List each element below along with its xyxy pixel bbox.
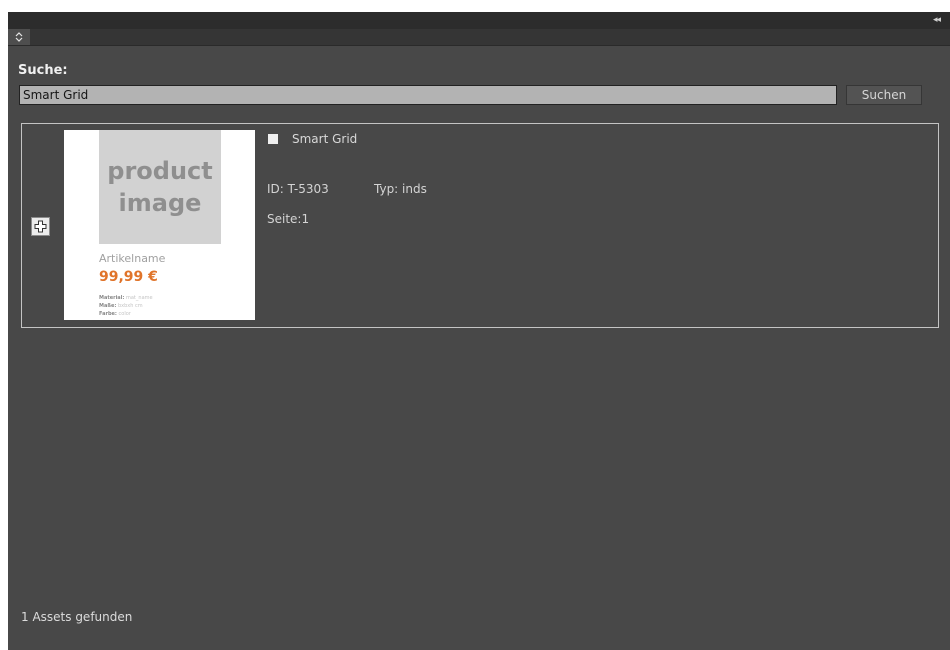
asset-id: ID: T-5303 xyxy=(267,182,329,196)
asset-thumbnail[interactable]: product image Artikelname 99,99 € Materi… xyxy=(64,130,255,320)
add-asset-button[interactable] xyxy=(31,217,50,236)
placeholder-line-1: product xyxy=(107,157,213,185)
panel-title-bar: ◂◂ xyxy=(8,12,950,29)
product-image-placeholder: product image xyxy=(99,130,221,244)
thumbnail-info: Artikelname 99,99 € Material: mat_name M… xyxy=(99,244,221,320)
size-label: Maße: xyxy=(99,303,117,309)
material-value: mat_name xyxy=(126,295,153,301)
plus-icon xyxy=(34,220,47,233)
material-label: Material: xyxy=(99,295,125,301)
results-count: 1 Assets gefunden xyxy=(21,610,133,624)
color-value: color xyxy=(118,311,131,317)
double-chevron-left-icon[interactable]: ◂◂ xyxy=(933,14,941,26)
size-value: bxbxh cm xyxy=(117,303,143,309)
asset-panel: ◂◂ Suche: Suchen product image Artikelna… xyxy=(8,12,950,650)
price: 99,99 € xyxy=(99,269,158,285)
asset-page: Seite:1 xyxy=(267,212,310,226)
material-line: Material: mat_name xyxy=(99,295,153,301)
asset-type: Typ: inds xyxy=(374,182,427,196)
asset-title: Smart Grid xyxy=(292,132,358,146)
search-input[interactable] xyxy=(19,85,837,105)
search-label: Suche: xyxy=(18,63,68,78)
up-down-arrows-icon[interactable] xyxy=(8,29,30,45)
article-name: Artikelname xyxy=(99,252,166,265)
size-line: Maße: bxbxh cm xyxy=(99,303,143,309)
placeholder-line-2: image xyxy=(118,189,202,217)
search-button[interactable]: Suchen xyxy=(846,85,922,105)
result-card: product image Artikelname 99,99 € Materi… xyxy=(21,123,939,328)
panel-tab-bar xyxy=(8,29,950,46)
color-label: Farbe: xyxy=(99,311,117,317)
select-checkbox[interactable] xyxy=(268,134,278,144)
color-line: Farbe: color xyxy=(99,311,131,317)
